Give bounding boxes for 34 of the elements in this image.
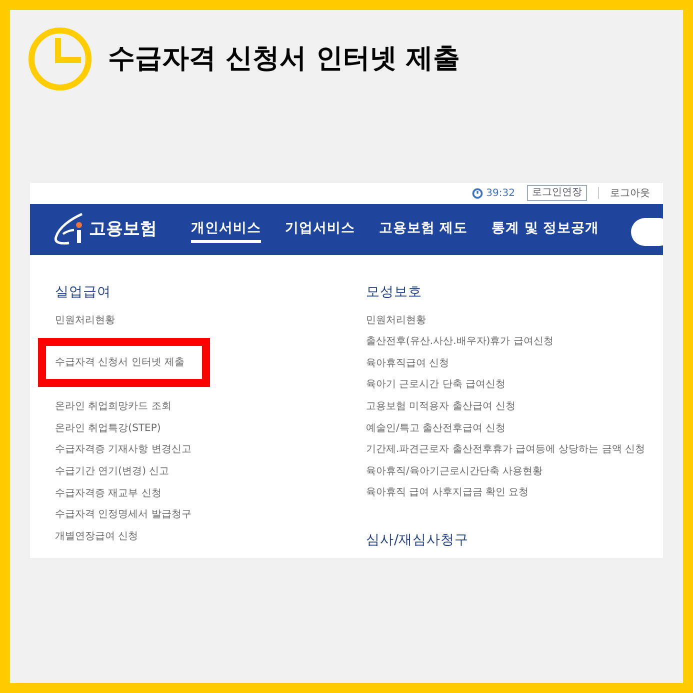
nav-tab[interactable]: 고용보험 제도: [379, 215, 468, 244]
menu-link[interactable]: 온라인 취업희망카드 조회: [55, 396, 172, 418]
section-heading: 실업급여: [55, 282, 111, 302]
logo-text: 고용보험: [89, 218, 157, 240]
extend-login-button[interactable]: 로그인연장: [527, 185, 587, 202]
nav-tab[interactable]: 개인서비스: [191, 215, 261, 244]
menu-link[interactable]: 수급자격 신청서 인터넷 제출: [55, 352, 185, 374]
nav-tab[interactable]: 기업서비스: [285, 215, 355, 244]
logout-link[interactable]: 로그아웃: [610, 186, 650, 201]
menu-link[interactable]: 육아기 근로시간 단축 급여신청: [366, 374, 506, 396]
menu-link[interactable]: 수급자격증 재교부 신청: [55, 482, 162, 504]
clock-icon: [28, 27, 92, 91]
menu-link[interactable]: 온라인 취업특강(STEP): [55, 418, 161, 440]
menu-link[interactable]: 민원처리현황: [55, 310, 115, 332]
menu-link[interactable]: 육아휴직/육아기근로시간단축 사용현황: [366, 460, 543, 482]
pill-button[interactable]: [631, 218, 663, 246]
menu-link[interactable]: 예술인/특고 출산전후급여 신청: [366, 418, 506, 440]
menu-link[interactable]: 민원처리현황: [366, 310, 426, 332]
session-timer: 39:32: [486, 186, 515, 201]
menu-link[interactable]: 수급자격 인정명세서 발급청구: [55, 504, 192, 526]
page-title: 수급자격 신청서 인터넷 제출: [108, 42, 460, 76]
section-heading: 모성보호: [366, 282, 422, 302]
menu-link[interactable]: 개별연장급여 신청: [55, 526, 138, 548]
menu-link[interactable]: 기간제.파견근로자 출산전후휴가 급여등에 상당하는 금액 신청: [366, 439, 646, 461]
menu-link[interactable]: 육아휴직급여 신청: [366, 352, 450, 374]
logo-icon: [53, 212, 84, 246]
timer-icon: [472, 188, 484, 199]
section-heading: 심사/재심사청구: [366, 530, 469, 550]
menu-link[interactable]: 고용보험 미적용자 출산급여 신청: [366, 396, 516, 418]
menu-link[interactable]: 육아휴직 급여 사후지급금 확인 요청: [366, 482, 529, 504]
nav-tab[interactable]: 통계 및 정보공개: [492, 215, 600, 244]
menu-link[interactable]: 수급자격증 기재사항 변경신고: [55, 439, 192, 462]
menu-link[interactable]: 수급기간 연기(변경) 신고: [55, 461, 170, 483]
menu-link[interactable]: 출산전후(유산.사산.배우자)휴가 급여신청: [366, 331, 554, 353]
